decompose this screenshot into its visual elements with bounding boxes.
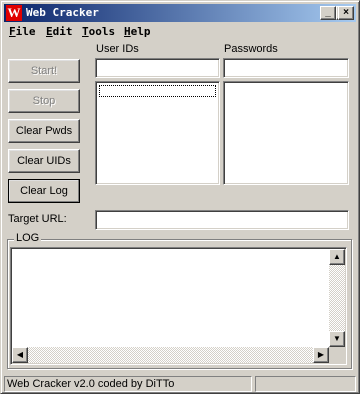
password-input[interactable] <box>223 58 349 78</box>
log-group-title: LOG <box>14 232 42 244</box>
passwords-label: Passwords <box>224 43 278 55</box>
scroll-right-icon[interactable]: ▶ <box>313 347 329 363</box>
user-ids-list[interactable] <box>95 81 220 185</box>
status-text: Web Cracker v2.0 coded by DiTTo <box>4 376 252 392</box>
status-pane-2 <box>255 376 356 392</box>
menu-edit[interactable]: Edit <box>46 25 73 38</box>
app-icon[interactable]: W <box>6 5 22 21</box>
close-icon: × <box>343 7 349 18</box>
scroll-down-icon[interactable]: ▼ <box>329 331 345 347</box>
status-bar: Web Cracker v2.0 coded by DiTTo <box>4 376 356 392</box>
scroll-up-icon[interactable]: ▲ <box>329 249 345 265</box>
menu-bar: File Edit Tools Help <box>4 23 356 41</box>
log-textarea[interactable]: ▲ ▼ ◀ ▶ <box>10 247 347 365</box>
passwords-list[interactable] <box>223 81 349 185</box>
scrollbar-corner <box>329 347 345 363</box>
menu-help[interactable]: Help <box>124 25 151 38</box>
stop-button[interactable]: Stop <box>8 89 80 113</box>
clear-pwds-button[interactable]: Clear Pwds <box>8 119 80 143</box>
target-url-input[interactable] <box>95 210 349 230</box>
user-ids-label: User IDs <box>96 43 139 55</box>
scroll-left-icon[interactable]: ◀ <box>12 347 28 363</box>
clear-log-button[interactable]: Clear Log <box>8 179 80 203</box>
minimize-button[interactable]: _ <box>320 6 336 20</box>
start-button[interactable]: Start! <box>8 59 80 83</box>
menu-tools[interactable]: Tools <box>82 25 115 38</box>
main-window: W Web Cracker _ □ × File Edit Tools Help… <box>0 0 360 394</box>
title-bar[interactable]: W Web Cracker _ □ <box>4 4 356 22</box>
menu-file[interactable]: File <box>9 25 36 38</box>
target-url-label: Target URL: <box>8 213 67 225</box>
list-focus-item[interactable] <box>99 85 216 97</box>
clear-uids-button[interactable]: Clear UIDs <box>8 149 80 173</box>
log-horizontal-scrollbar[interactable] <box>12 347 329 363</box>
window-title: Web Cracker <box>26 6 99 19</box>
user-id-input[interactable] <box>95 58 220 78</box>
close-button[interactable]: × <box>338 6 354 20</box>
minimize-icon: _ <box>325 7 331 18</box>
